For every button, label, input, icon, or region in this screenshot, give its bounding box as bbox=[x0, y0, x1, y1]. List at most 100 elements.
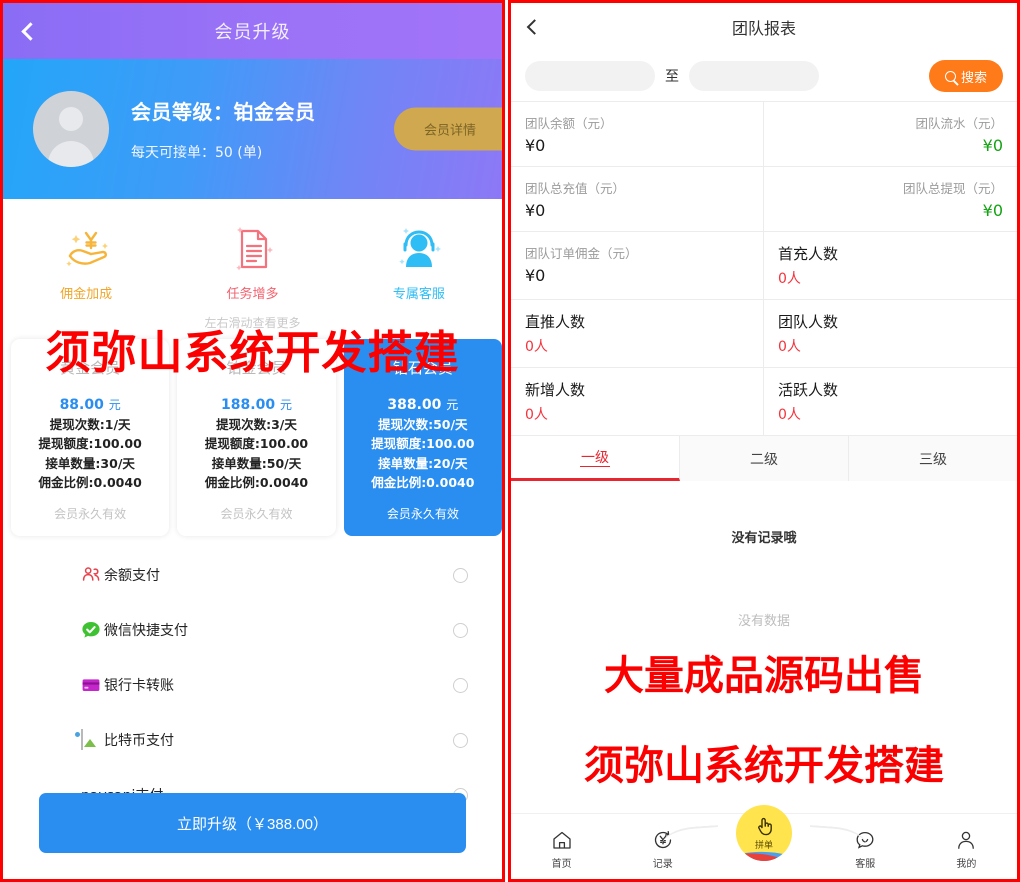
membership-card[interactable]: 铂金会员 188.00 元 提现次数:3/天 提现额度:100.00 接单数量:… bbox=[177, 339, 336, 536]
stat-key: 新增人数 bbox=[525, 381, 586, 399]
feature-label: 任务增多 bbox=[226, 287, 279, 302]
feature-row: 佣金加成 任务增多 专属客服 bbox=[3, 199, 502, 308]
stat-value: 0人 bbox=[525, 407, 548, 423]
card-validity: 会员永久有效 bbox=[386, 506, 459, 521]
date-range-search-bar: 至 搜索 bbox=[511, 51, 1017, 101]
tabbar-label: 我的 bbox=[956, 859, 977, 870]
search-icon bbox=[944, 70, 956, 82]
card-spec-line: 接单数量:20/天 bbox=[378, 455, 468, 471]
team-stats-grid: 团队余额（元） ¥0 团队流水（元） ¥0 团队总充值（元） ¥0 团队总提现（… bbox=[511, 101, 1017, 436]
balance-people-icon bbox=[81, 565, 101, 585]
user-avatar-icon bbox=[33, 91, 109, 167]
upgrade-now-button[interactable]: 立即升级（￥388.00） bbox=[39, 793, 466, 853]
card-name: 铂金会员 bbox=[226, 359, 287, 377]
payment-label: 比特币支付 bbox=[104, 733, 174, 749]
hand-yen-icon bbox=[3, 221, 169, 277]
payment-radio[interactable] bbox=[453, 732, 468, 748]
stat-value: 0人 bbox=[525, 339, 548, 355]
back-button[interactable] bbox=[526, 19, 543, 35]
card-price: 388.00 元 bbox=[350, 396, 496, 413]
card-validity: 会员永久有效 bbox=[54, 506, 127, 521]
empty-state-primary: 没有记录哦 bbox=[731, 531, 797, 546]
tab-level-1[interactable]: 一级 bbox=[511, 436, 680, 481]
member-detail-button[interactable]: 会员详情 bbox=[394, 107, 502, 151]
card-spec-line: 接单数量:50/天 bbox=[211, 455, 302, 471]
tab-level-2[interactable]: 二级 bbox=[680, 436, 849, 481]
card-price-value: 88.00 bbox=[59, 397, 104, 413]
payment-row-bankcard[interactable]: 银行卡转账 bbox=[3, 658, 502, 713]
member-level-label: 会员等级：铂金会员 bbox=[131, 100, 316, 124]
headset-person-icon bbox=[336, 221, 502, 277]
payment-radio[interactable] bbox=[453, 677, 468, 693]
payment-row-wechat[interactable]: 微信快捷支付 bbox=[3, 603, 502, 658]
tab-label: 一级 bbox=[581, 450, 609, 466]
stat-key: 首充人数 bbox=[778, 245, 839, 263]
stat-key: 团队总提现（元） bbox=[902, 181, 1003, 196]
tab-level-3[interactable]: 三级 bbox=[849, 436, 1017, 481]
card-spec-line: 佣金比例:0.0040 bbox=[38, 475, 142, 491]
right-app-header: 团队报表 bbox=[511, 3, 1017, 51]
membership-card-list[interactable]: 黄金会员 88.00 元 提现次数:1/天 提现额度:100.00 接单数量:3… bbox=[3, 331, 502, 548]
stat-row: 团队订单佣金（元） ¥0 首充人数 0人 bbox=[511, 232, 1017, 300]
stat-row: 团队总充值（元） ¥0 团队总提现（元） ¥0 bbox=[511, 167, 1017, 232]
tabbar-item-mine[interactable]: 我的 bbox=[916, 825, 1017, 879]
end-date-input[interactable] bbox=[689, 61, 819, 91]
level-tabs: 一级 二级 三级 bbox=[511, 436, 1017, 481]
stat-value: ¥0 bbox=[982, 201, 1003, 220]
report-list-body: 没有记录哦 没有数据 bbox=[511, 481, 1017, 629]
card-price: 88.00 元 bbox=[17, 396, 163, 413]
feature-label: 佣金加成 bbox=[60, 287, 113, 302]
hero-text-block: 会员等级：铂金会员 每天可接单：50 (单) bbox=[131, 96, 316, 162]
start-date-input[interactable] bbox=[525, 61, 655, 91]
membership-card[interactable]: 黄金会员 88.00 元 提现次数:1/天 提现额度:100.00 接单数量:3… bbox=[11, 339, 170, 536]
group-order-fab-button[interactable]: 拼单 bbox=[736, 805, 792, 861]
payment-row-balance[interactable]: 余额支付 bbox=[3, 548, 502, 603]
stat-cell-order-commission: 团队订单佣金（元） ¥0 bbox=[511, 232, 764, 299]
card-spec-line: 佣金比例:0.0040 bbox=[371, 475, 475, 491]
stat-row: 直推人数 0人 团队人数 0人 bbox=[511, 300, 1017, 368]
stat-value: 0人 bbox=[778, 407, 801, 423]
card-price-unit: 元 bbox=[446, 398, 459, 412]
card-spec-line: 提现额度:100.00 bbox=[204, 436, 309, 452]
payment-radio[interactable] bbox=[453, 622, 468, 638]
payment-label: 银行卡转账 bbox=[104, 678, 174, 694]
feature-tasks[interactable]: 任务增多 bbox=[169, 221, 335, 302]
payment-label: 微信快捷支付 bbox=[104, 623, 188, 639]
card-spec: 提现次数:1/天 提现额度:100.00 接单数量:30/天 佣金比例:0.00… bbox=[17, 415, 163, 493]
card-validity: 会员永久有效 bbox=[220, 506, 293, 521]
tabbar-item-home[interactable]: 首页 bbox=[511, 825, 612, 879]
payment-label: 余额支付 bbox=[104, 568, 160, 584]
stat-cell-first-recharge-count: 首充人数 0人 bbox=[764, 232, 1017, 299]
home-icon bbox=[511, 825, 612, 851]
card-name: 钻石会员 bbox=[392, 359, 453, 377]
tabbar-item-groupbuy[interactable]: 拼单 bbox=[660, 805, 868, 879]
stat-value: 0人 bbox=[778, 271, 801, 287]
card-spec-line: 提现次数:3/天 bbox=[216, 417, 297, 432]
stat-cell-direct-referrals: 直推人数 0人 bbox=[511, 300, 764, 367]
membership-card-selected[interactable]: 钻石会员 388.00 元 提现次数:50/天 提现额度:100.00 接单数量… bbox=[343, 339, 502, 536]
bank-card-icon bbox=[81, 675, 101, 695]
payment-radio[interactable] bbox=[453, 567, 468, 583]
search-button[interactable]: 搜索 bbox=[928, 60, 1003, 92]
card-spec-line: 提现次数:50/天 bbox=[378, 417, 468, 432]
tab-label: 三级 bbox=[919, 451, 947, 468]
chevron-left-icon bbox=[526, 19, 543, 35]
person-icon bbox=[916, 825, 1017, 851]
card-spec: 提现次数:3/天 提现额度:100.00 接单数量:50/天 佣金比例:0.00… bbox=[183, 415, 329, 493]
stat-value: 0人 bbox=[778, 339, 801, 355]
empty-state-secondary: 没有数据 bbox=[737, 614, 790, 629]
stat-row: 团队余额（元） ¥0 团队流水（元） ¥0 bbox=[511, 102, 1017, 167]
card-name: 黄金会员 bbox=[60, 359, 121, 377]
card-spec-line: 提现额度:100.00 bbox=[371, 436, 475, 452]
payment-row-bitcoin[interactable]: 比特币支付 bbox=[3, 713, 502, 768]
stat-cell-active-members: 活跃人数 0人 bbox=[764, 368, 1017, 435]
feature-commission[interactable]: 佣金加成 bbox=[3, 221, 169, 302]
back-button[interactable] bbox=[17, 18, 43, 44]
card-price-value: 188.00 bbox=[221, 397, 276, 413]
feature-support[interactable]: 专属客服 bbox=[336, 221, 502, 302]
stat-value: ¥0 bbox=[982, 136, 1003, 155]
stat-cell-team-size: 团队人数 0人 bbox=[764, 300, 1017, 367]
member-upgrade-panel: 会员升级 会员等级：铂金会员 每天可接单：50 (单) 会员详情 佣金加成 任务… bbox=[0, 0, 505, 882]
daily-orders-label: 每天可接单：50 (单) bbox=[131, 145, 263, 161]
card-price: 188.00 元 bbox=[183, 396, 329, 413]
